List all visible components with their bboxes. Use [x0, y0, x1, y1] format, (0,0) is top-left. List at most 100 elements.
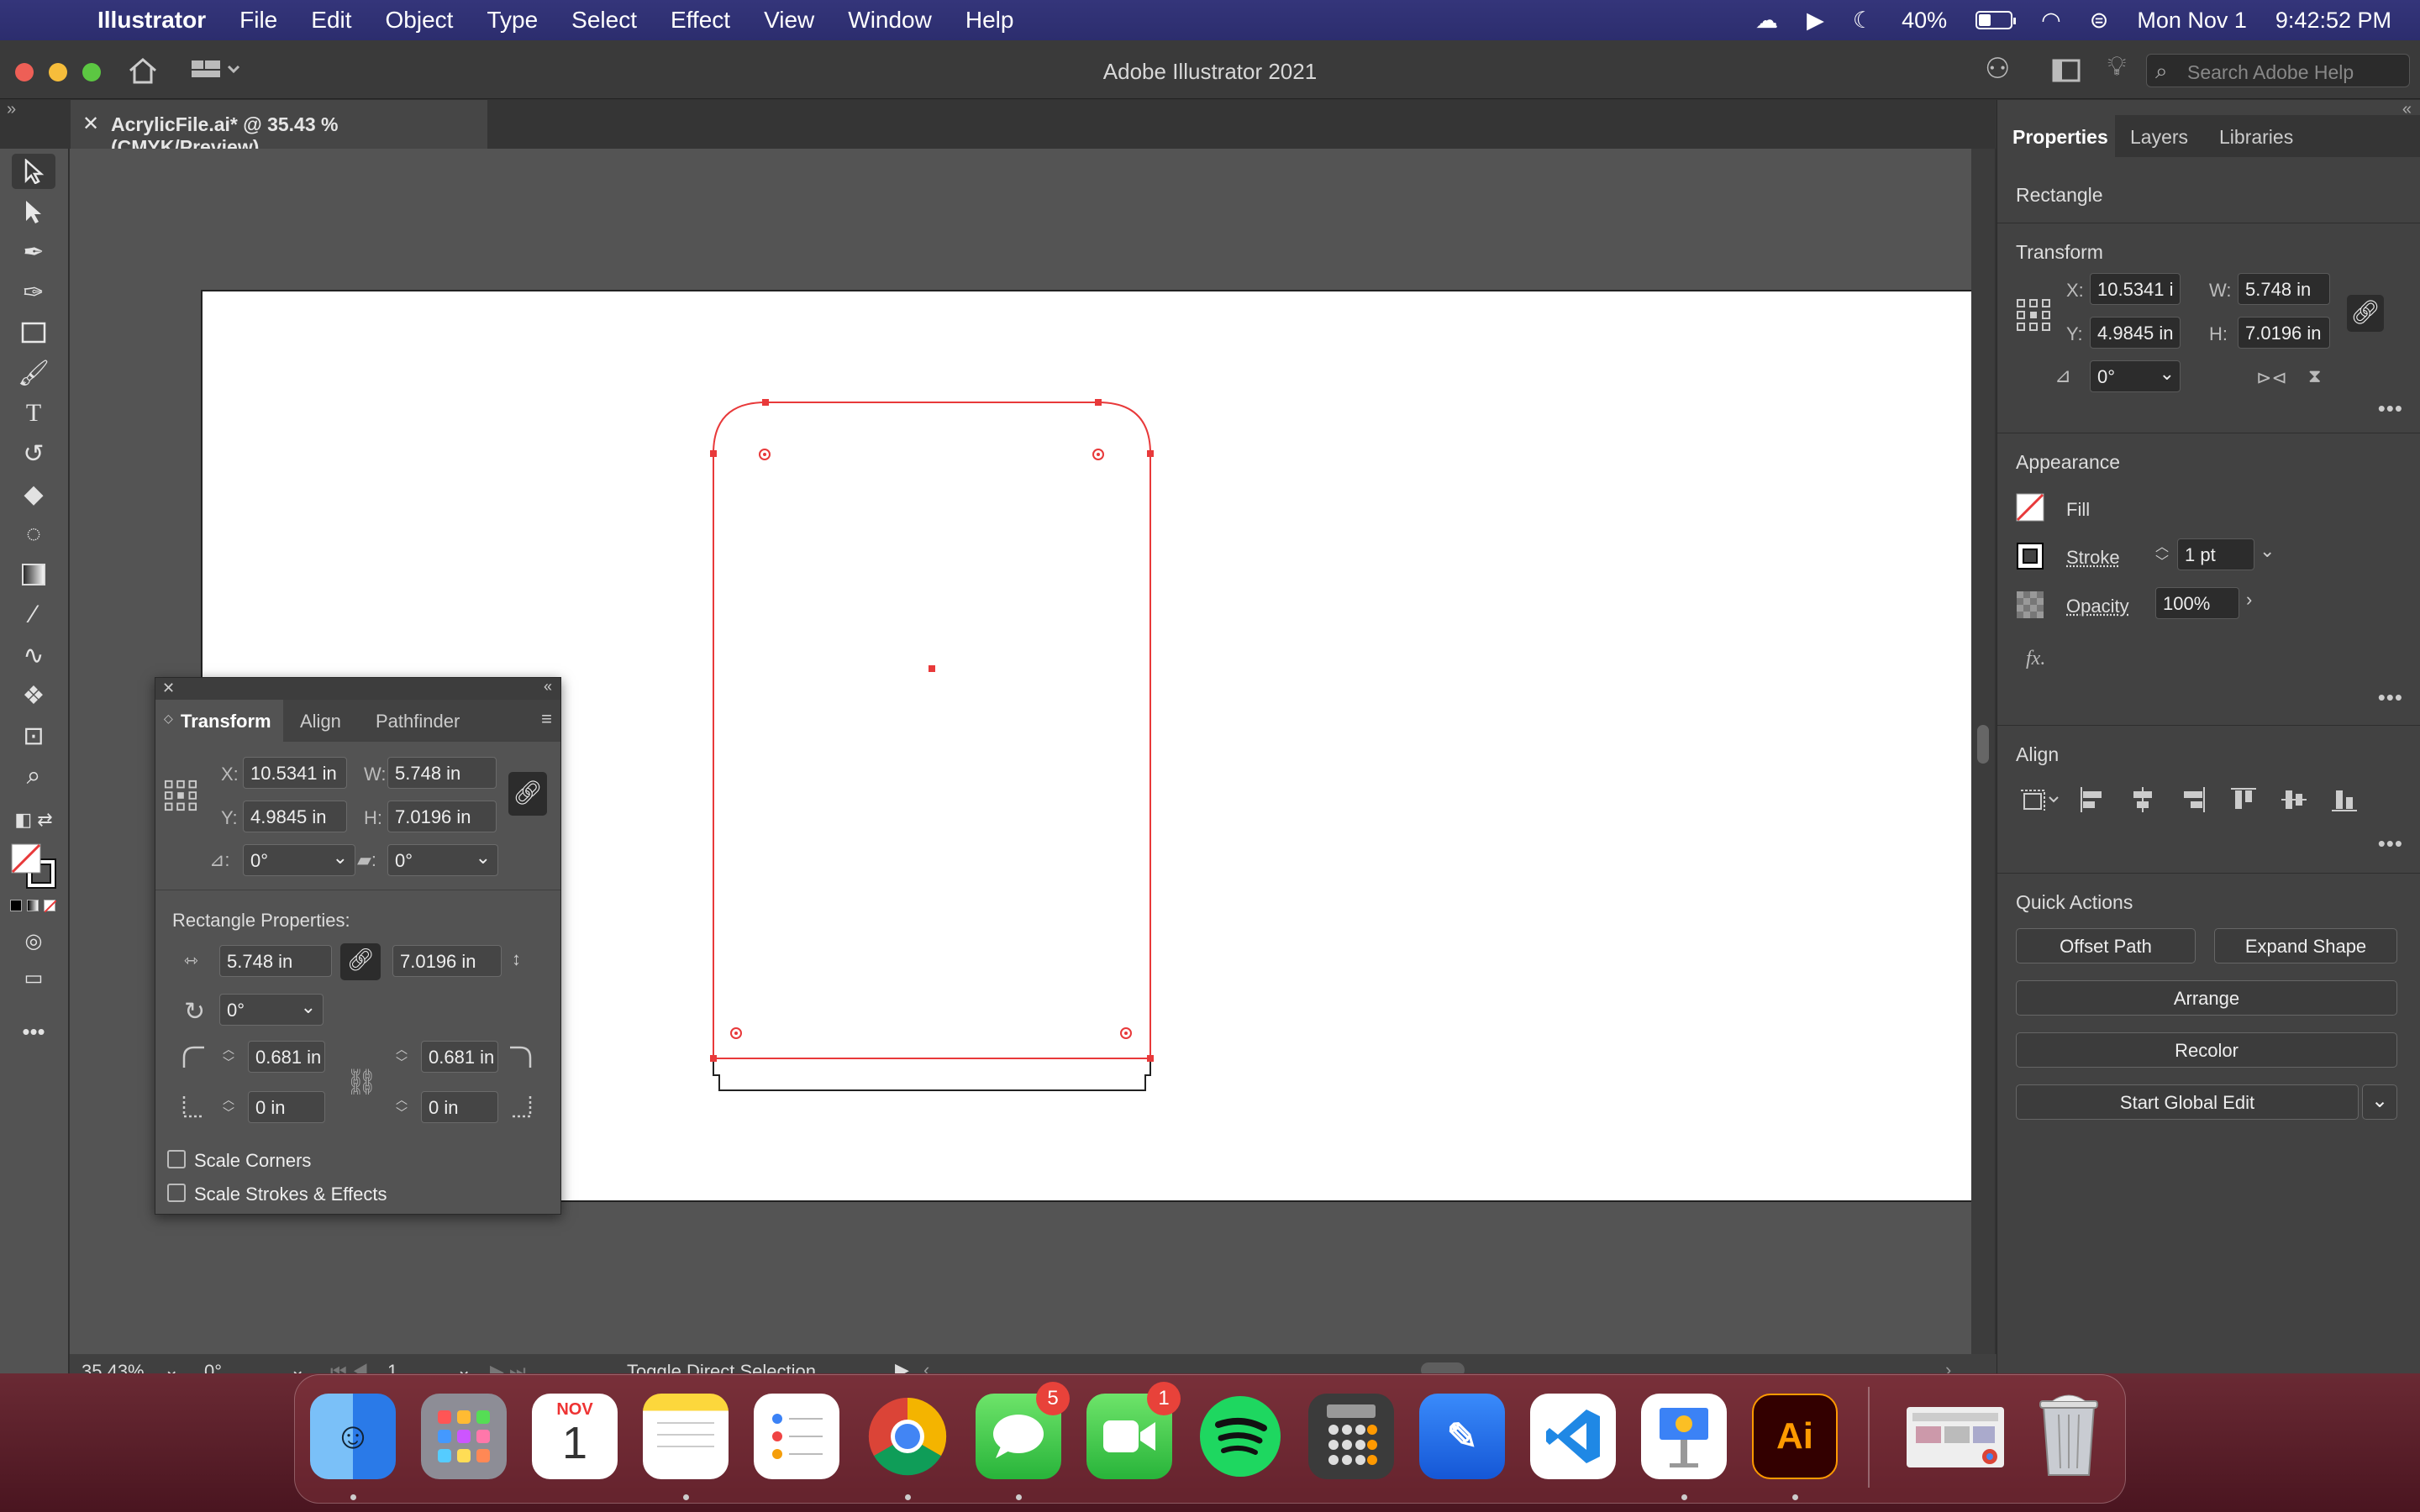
rotate-tool-icon[interactable]: ↺: [12, 436, 55, 471]
w-field[interactable]: 5.748 in: [387, 757, 497, 789]
facetime-icon[interactable]: 1: [1086, 1382, 1181, 1479]
rect-width-field[interactable]: 5.748 in: [219, 945, 332, 977]
align-bottom-icon[interactable]: [2330, 785, 2359, 814]
draw-mode-icon[interactable]: ◎: [12, 923, 55, 958]
lightbulb-icon[interactable]: 💡︎: [2107, 50, 2126, 82]
eraser-tool-icon[interactable]: ◆: [12, 476, 55, 512]
align-right-icon[interactable]: [2179, 785, 2207, 814]
blend-tool-icon[interactable]: ∿: [12, 638, 55, 673]
tab-expand-icon[interactable]: ◇: [164, 711, 173, 726]
align-top-icon[interactable]: [2229, 785, 2258, 814]
corner-tl-stepper-icon[interactable]: ︿ ﹀: [223, 1042, 234, 1069]
stroke-weight-field[interactable]: 1 pt: [2177, 538, 2254, 570]
illustrator-dock-icon[interactable]: Ai: [1752, 1394, 1838, 1479]
menu-effect[interactable]: Effect: [671, 7, 730, 34]
screen-mode-icon[interactable]: ▭: [12, 960, 55, 995]
flip-vertical-icon[interactable]: ⧗: [2308, 365, 2321, 387]
notes-icon[interactable]: [643, 1394, 729, 1479]
fill-stroke-swatch[interactable]: [10, 843, 60, 893]
reminders-icon[interactable]: [754, 1394, 839, 1479]
scale-strokes-checkbox[interactable]: [167, 1184, 186, 1202]
messages-icon[interactable]: 5: [976, 1382, 1070, 1479]
finder-icon[interactable]: ☺: [310, 1394, 396, 1479]
flip-horizontal-icon[interactable]: ⊳⊲: [2256, 367, 2287, 389]
offset-path-button[interactable]: Offset Path: [2016, 928, 2196, 963]
vertical-scrollbar[interactable]: [1971, 149, 1995, 1354]
gradient-tool-icon[interactable]: [12, 557, 55, 592]
stroke-weight-dropdown-icon[interactable]: ⌄: [2260, 540, 2275, 562]
rect-height-field[interactable]: 7.0196 in: [392, 945, 502, 977]
menu-edit[interactable]: Edit: [311, 7, 351, 34]
stroke-swatch-icon[interactable]: [2016, 542, 2044, 570]
fill-swatch-none-icon[interactable]: [2016, 493, 2044, 522]
recent-chrome-window-thumbnail[interactable]: [1907, 1407, 2004, 1467]
curvature-tool-icon[interactable]: ✑: [12, 275, 55, 310]
script-editor-icon[interactable]: ✎: [1419, 1394, 1505, 1479]
paintbrush-tool-icon[interactable]: 🖌︎: [12, 355, 55, 391]
tab-pathfinder[interactable]: Pathfinder: [376, 700, 460, 742]
global-edit-options-dropdown[interactable]: ⌄: [2362, 1084, 2397, 1120]
stroke-label[interactable]: Stroke: [2066, 547, 2120, 569]
corner-bl-stepper-icon[interactable]: ︿ ﹀: [223, 1093, 234, 1120]
tab-align[interactable]: Align: [300, 700, 341, 742]
h-field[interactable]: 7.0196 in: [2238, 317, 2330, 349]
arrange-button[interactable]: Arrange: [2016, 980, 2397, 1016]
artboard-tool-icon[interactable]: ⊡: [12, 718, 55, 753]
y-field[interactable]: 4.9845 in: [2090, 317, 2181, 349]
h-field[interactable]: 7.0196 in: [387, 801, 497, 832]
control-center-icon[interactable]: ⊜: [2090, 8, 2109, 34]
edit-toolbar-icon[interactable]: •••: [12, 1014, 55, 1049]
y-field[interactable]: 4.9845 in: [243, 801, 347, 832]
creative-cloud-icon[interactable]: ☁: [1755, 8, 1778, 34]
collapse-panel-icon[interactable]: «: [544, 678, 552, 696]
menu-window[interactable]: Window: [848, 7, 932, 34]
angle-field[interactable]: 0° ⌄: [2090, 360, 2181, 392]
search-adobe-help[interactable]: ⌕ Search Adobe Help: [2146, 54, 2410, 87]
type-tool-icon[interactable]: T: [12, 396, 55, 431]
shear-field[interactable]: 0° ⌄: [387, 844, 498, 876]
scale-corners-checkbox[interactable]: [167, 1150, 186, 1168]
moon-icon[interactable]: ☾: [1853, 8, 1873, 34]
panel-header[interactable]: ✕ «: [155, 678, 560, 700]
align-more-options-icon[interactable]: •••: [2378, 831, 2403, 857]
arrange-documents-icon[interactable]: [2052, 59, 2081, 82]
corner-tr-radius-field[interactable]: 0.681 in: [421, 1041, 498, 1073]
calendar-icon[interactable]: NOV 1: [532, 1394, 618, 1479]
x-field[interactable]: 10.5341 i: [2090, 273, 2181, 305]
constrain-proportions-link-icon[interactable]: 🔗︎: [2347, 295, 2384, 332]
share-user-icon[interactable]: ⚇: [1985, 52, 2010, 86]
color-mode-buttons[interactable]: [10, 900, 59, 916]
close-tab-icon[interactable]: ✕: [82, 112, 99, 136]
zoom-tool-icon[interactable]: ⌕: [12, 759, 55, 794]
chrome-icon[interactable]: [865, 1394, 950, 1479]
corner-br-radius-field[interactable]: 0 in: [421, 1091, 498, 1123]
stroke-stepper-icon[interactable]: ︿ ﹀: [2155, 540, 2169, 570]
menu-type[interactable]: Type: [487, 7, 538, 34]
expand-shape-button[interactable]: Expand Shape: [2214, 928, 2397, 963]
corner-br-stepper-icon[interactable]: ︿ ﹀: [396, 1093, 408, 1120]
fx-effects-button[interactable]: fx.: [2026, 648, 2045, 670]
play-icon[interactable]: ▶: [1807, 8, 1824, 34]
default-colors-swap-icon[interactable]: ◧ ⇄: [12, 802, 55, 837]
menubar-time[interactable]: 9:42:52 PM: [2275, 8, 2391, 34]
collapse-toolbar-icon[interactable]: »: [7, 100, 16, 119]
reference-point-icon[interactable]: [2016, 298, 2051, 332]
recolor-button[interactable]: Recolor: [2016, 1032, 2397, 1068]
vertical-scroll-thumb[interactable]: [1977, 725, 1989, 764]
menu-file[interactable]: File: [239, 7, 277, 34]
launchpad-icon[interactable]: [421, 1394, 507, 1479]
close-panel-icon[interactable]: ✕: [162, 680, 175, 697]
align-left-icon[interactable]: [2078, 785, 2107, 814]
corner-bl-radius-field[interactable]: 0 in: [248, 1091, 325, 1123]
menubar-date[interactable]: Mon Nov 1: [2137, 8, 2247, 34]
appearance-more-options-icon[interactable]: •••: [2378, 685, 2403, 711]
opacity-label[interactable]: Opacity: [2066, 596, 2129, 617]
constrain-proportions-link-icon[interactable]: 🔗︎: [508, 772, 547, 816]
reference-point-icon[interactable]: [164, 779, 197, 812]
scale-strokes-label[interactable]: Scale Strokes & Effects: [194, 1184, 387, 1205]
keynote-icon[interactable]: [1641, 1394, 1727, 1479]
corner-tr-stepper-icon[interactable]: ︿ ﹀: [396, 1042, 408, 1069]
align-vertical-center-icon[interactable]: [2280, 785, 2308, 814]
calculator-icon[interactable]: [1308, 1394, 1394, 1479]
opacity-more-icon[interactable]: ›: [2246, 589, 2252, 611]
